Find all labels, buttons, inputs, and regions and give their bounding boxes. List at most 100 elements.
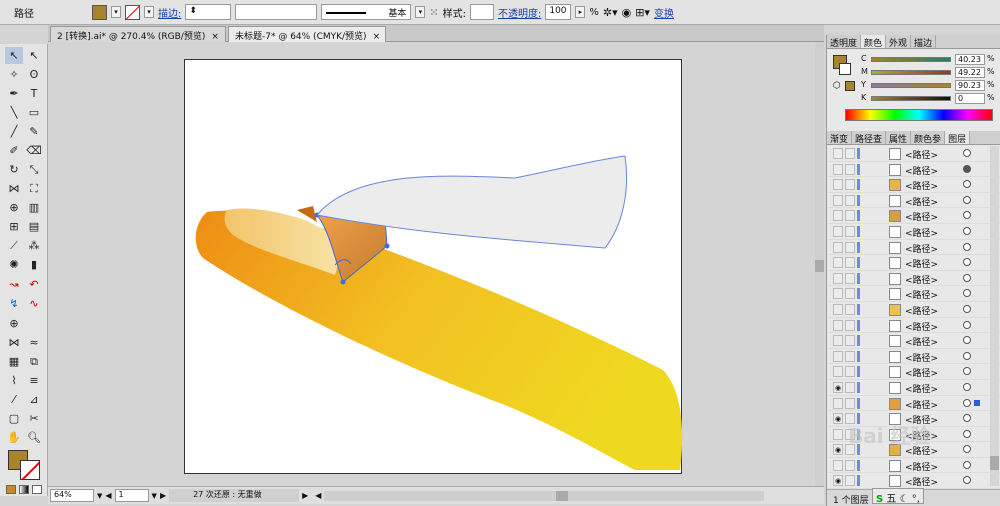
visibility-toggle-icon[interactable] (833, 335, 843, 347)
status-menu-icon[interactable]: ▶ (302, 491, 308, 500)
visibility-toggle-icon[interactable] (833, 459, 843, 471)
twirl-tool-icon[interactable]: ≈ (25, 334, 43, 351)
lock-toggle-icon[interactable] (845, 303, 855, 315)
layer-name[interactable]: <路径> (905, 242, 938, 255)
opacity-label[interactable]: 不透明度: (498, 5, 541, 20)
slice-select-icon[interactable]: ✂ (25, 410, 43, 427)
target-icon[interactable] (963, 398, 971, 407)
lock-toggle-icon[interactable] (845, 272, 855, 284)
target-icon[interactable] (963, 414, 971, 423)
tab-pathfinder[interactable]: 路径查 (852, 131, 887, 145)
lock-toggle-icon[interactable] (845, 257, 855, 269)
magic-wand-icon[interactable]: ✧ (5, 66, 23, 83)
lock-toggle-icon[interactable] (845, 397, 855, 409)
prev-artboard-icon[interactable]: ◀ (105, 491, 111, 500)
target-icon[interactable] (963, 273, 971, 282)
ime-indicator[interactable]: S 五 ☾ °, (872, 488, 924, 505)
free-transform-icon[interactable]: ⛶ (25, 180, 43, 197)
align-icon[interactable]: ⊞▾ (635, 6, 650, 19)
target-icon[interactable] (963, 382, 971, 391)
stroke-swatch[interactable] (125, 4, 140, 20)
tab-color[interactable]: 颜色 (861, 35, 887, 49)
horizontal-scrollbar[interactable] (324, 490, 765, 501)
layer-name[interactable]: <路径> (905, 382, 938, 395)
target-icon[interactable] (963, 180, 971, 189)
artboard-field[interactable]: 1 (114, 489, 149, 502)
layer-row[interactable]: <路径> (827, 318, 1000, 334)
target-icon[interactable] (963, 445, 971, 454)
color-spectrum[interactable] (845, 109, 993, 121)
target-icon[interactable] (963, 320, 971, 329)
layer-name[interactable]: <路径> (905, 366, 938, 379)
artboard-tool-icon[interactable]: ▢ (5, 410, 23, 427)
layer-name[interactable]: <路径> (905, 210, 938, 223)
stroke-profile-field[interactable]: 基本 (321, 4, 412, 20)
tab-attributes[interactable]: 属性 (886, 131, 912, 145)
layer-name[interactable]: <路径> (905, 257, 938, 270)
lock-toggle-icon[interactable] (845, 225, 855, 237)
perspective-icon[interactable]: ⧉ (25, 353, 43, 370)
none-mode-icon[interactable] (32, 485, 42, 494)
lock-toggle-icon[interactable] (845, 163, 855, 175)
layer-row[interactable]: <路径> (827, 333, 1000, 349)
doc-tab-1[interactable]: 2 [转换].ai* @ 270.4% (RGB/预览) × (50, 26, 226, 42)
visibility-toggle-icon[interactable] (833, 428, 843, 440)
warp-tool-icon[interactable]: ⋈ (5, 334, 23, 351)
layer-row[interactable]: <路径> (827, 271, 1000, 287)
visibility-toggle-icon[interactable] (833, 272, 843, 284)
brush-icon[interactable]: ⁙ (429, 6, 438, 19)
visibility-toggle-icon[interactable] (833, 350, 843, 362)
shape-builder-icon[interactable]: ⊕ (5, 199, 23, 216)
stroke-label[interactable]: 描边: (158, 5, 181, 20)
lock-toggle-icon[interactable] (845, 459, 855, 471)
layer-row[interactable]: ◉ <路径> (827, 473, 1000, 490)
y-value[interactable]: 90.23 (955, 80, 985, 91)
lock-toggle-icon[interactable] (845, 179, 855, 191)
tab-color-guide[interactable]: 颜色参 (911, 131, 946, 145)
layer-row[interactable]: <路径> (827, 177, 1000, 193)
canvas-area[interactable] (48, 42, 824, 486)
tab-stroke[interactable]: 描边 (911, 35, 937, 49)
visibility-toggle-icon[interactable]: ◉ (833, 444, 843, 456)
next-artboard-icon[interactable]: ▶ (160, 491, 166, 500)
visibility-toggle-icon[interactable] (833, 225, 843, 237)
layer-name[interactable]: <路径> (905, 148, 938, 161)
measure-icon[interactable]: ⊿ (25, 391, 43, 408)
layer-row[interactable]: <路径> (827, 364, 1000, 380)
layer-name[interactable]: <路径> (905, 273, 938, 286)
line-tool-icon[interactable]: ╲ (5, 104, 23, 121)
target-icon[interactable] (963, 164, 971, 173)
target-icon[interactable] (963, 367, 971, 376)
target-icon[interactable] (963, 304, 971, 313)
stroke-profile-dropdown[interactable]: ▾ (415, 6, 426, 18)
scroll-left-icon[interactable]: ◀ (315, 491, 321, 500)
layer-name[interactable]: <路径> (905, 195, 938, 208)
opacity-dropdown[interactable]: ▸ (575, 6, 586, 18)
blob-brush-icon[interactable]: ✐ (5, 142, 23, 159)
layer-row[interactable]: <路径> (827, 208, 1000, 224)
stroke-color-box[interactable] (20, 460, 40, 480)
lock-toggle-icon[interactable] (845, 350, 855, 362)
visibility-toggle-icon[interactable] (833, 257, 843, 269)
layer-row[interactable]: ◉ <路径> (827, 380, 1000, 396)
visibility-toggle-icon[interactable] (833, 319, 843, 331)
globe-icon[interactable]: ◉ (622, 6, 632, 19)
layer-row[interactable]: <路径> (827, 193, 1000, 209)
grid-tool-icon[interactable]: ▦ (5, 353, 23, 370)
lock-toggle-icon[interactable] (845, 148, 855, 159)
recolor-icon[interactable]: ✲▾ (603, 6, 618, 19)
y-slider[interactable] (871, 83, 951, 88)
eraser-icon[interactable]: ⌫ (25, 142, 43, 159)
lock-toggle-icon[interactable] (845, 319, 855, 331)
layer-row[interactable]: <路径> (827, 349, 1000, 365)
lock-toggle-icon[interactable] (845, 366, 855, 378)
selection-tool-icon[interactable]: ↖ (5, 47, 23, 64)
layer-name[interactable]: <路径> (905, 460, 938, 473)
layer-row[interactable]: <路径> (827, 286, 1000, 302)
layer-row[interactable]: <路径> (827, 162, 1000, 178)
k-value[interactable]: 0 (955, 93, 985, 104)
c-slider[interactable] (871, 57, 951, 62)
column-graph-icon[interactable]: ▮ (25, 256, 43, 273)
target-icon[interactable] (963, 195, 971, 204)
hand-tool-icon[interactable]: ✋ (5, 429, 23, 446)
